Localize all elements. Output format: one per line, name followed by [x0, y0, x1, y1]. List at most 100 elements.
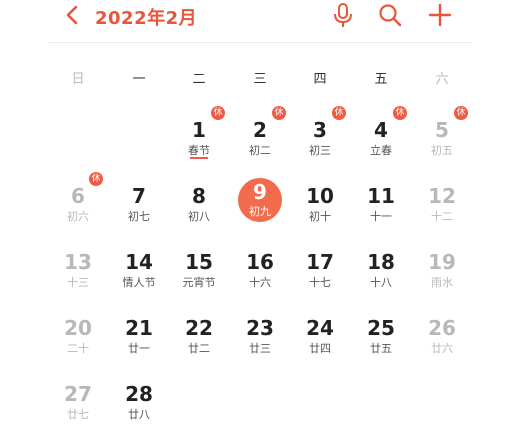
lunar-date: 初三 — [309, 144, 331, 157]
lunar-date: 廿五 — [370, 342, 392, 355]
day-number: 18 — [367, 250, 395, 274]
day-cell[interactable]: 20 二十 — [50, 310, 106, 366]
day-number: 1 — [192, 118, 206, 142]
weekday-label: 一 — [132, 72, 146, 87]
day-number: 15 — [185, 250, 213, 274]
day-number: 23 — [246, 316, 274, 340]
lunar-date: 雨水 — [431, 276, 453, 289]
day-cell[interactable]: 14 情人节 — [111, 244, 167, 300]
calendar-header: 2022年2月 — [0, 0, 510, 40]
day-cell[interactable]: 18 十八 — [353, 244, 409, 300]
lunar-date: 十八 — [370, 276, 392, 289]
header-divider — [48, 42, 472, 43]
day-number: 7 — [132, 184, 146, 208]
day-cell[interactable]: 28 廿八 — [111, 376, 167, 432]
day-cell[interactable]: 5 初五 休 — [414, 106, 470, 168]
weekday-label: 四 — [313, 72, 327, 87]
day-cell[interactable]: 17 十七 — [292, 244, 348, 300]
day-cell-today[interactable]: 9 初九 — [232, 178, 288, 234]
day-cell[interactable]: 6 初六 休 — [50, 172, 106, 234]
holiday-rest-badge: 休 — [89, 172, 103, 186]
lunar-date: 十二 — [431, 210, 453, 223]
holiday-rest-badge: 休 — [272, 106, 286, 120]
day-number: 9 — [253, 180, 267, 204]
festival-underline — [190, 157, 208, 159]
lunar-date: 元宵节 — [182, 276, 216, 289]
day-number: 6 — [71, 184, 85, 208]
day-cell[interactable]: 13 十三 — [50, 244, 106, 300]
day-number: 2 — [253, 118, 267, 142]
microphone-icon[interactable] — [329, 2, 357, 28]
lunar-date: 初十 — [309, 210, 331, 223]
month-title[interactable]: 2022年2月 — [95, 4, 197, 30]
day-number: 4 — [374, 118, 388, 142]
day-number: 25 — [367, 316, 395, 340]
day-cell[interactable]: 3 初三 休 — [292, 106, 348, 168]
day-cell[interactable]: 2 初二 休 — [232, 106, 288, 168]
day-cell[interactable]: 22 廿二 — [171, 310, 227, 366]
lunar-date: 二十 — [67, 342, 89, 355]
day-number: 5 — [435, 118, 449, 142]
lunar-date: 廿八 — [128, 408, 150, 421]
day-cell[interactable]: 26 廿六 — [414, 310, 470, 366]
day-cell[interactable]: 15 元宵节 — [171, 244, 227, 300]
lunar-date: 初二 — [249, 144, 271, 157]
add-icon[interactable] — [426, 2, 454, 28]
day-number: 13 — [64, 250, 92, 274]
weekday-label: 日 — [71, 72, 85, 87]
lunar-date: 初八 — [188, 210, 210, 223]
lunar-date: 廿六 — [431, 342, 453, 355]
holiday-rest-badge: 休 — [211, 106, 225, 120]
day-cell[interactable]: 10 初十 — [292, 178, 348, 234]
lunar-date: 立春 — [370, 144, 392, 157]
day-cell[interactable]: 11 十一 — [353, 178, 409, 234]
day-number: 27 — [64, 382, 92, 406]
lunar-date: 初六 — [67, 210, 89, 223]
day-number: 3 — [313, 118, 327, 142]
search-icon[interactable] — [376, 2, 404, 28]
lunar-date: 初九 — [249, 205, 271, 218]
day-cell[interactable]: 7 初七 — [111, 178, 167, 234]
day-number: 10 — [306, 184, 334, 208]
holiday-rest-badge: 休 — [393, 106, 407, 120]
lunar-date: 十三 — [67, 276, 89, 289]
day-number: 20 — [64, 316, 92, 340]
holiday-rest-badge: 休 — [332, 106, 346, 120]
day-number: 26 — [428, 316, 456, 340]
weekday-label: 二 — [192, 72, 206, 87]
lunar-date: 初五 — [431, 144, 453, 157]
day-cell[interactable]: 4 立春 休 — [353, 106, 409, 168]
day-cell[interactable]: 8 初八 — [171, 178, 227, 234]
day-cell[interactable]: 25 廿五 — [353, 310, 409, 366]
lunar-date: 十一 — [370, 210, 392, 223]
day-number: 8 — [192, 184, 206, 208]
lunar-date: 廿四 — [309, 342, 331, 355]
day-cell[interactable]: 24 廿四 — [292, 310, 348, 366]
holiday-rest-badge: 休 — [454, 106, 468, 120]
day-cell[interactable]: 27 廿七 — [50, 376, 106, 432]
back-chevron-icon[interactable] — [62, 3, 82, 27]
day-number: 17 — [306, 250, 334, 274]
day-cell[interactable]: 23 廿三 — [232, 310, 288, 366]
lunar-date: 情人节 — [122, 276, 156, 289]
weekday-label: 三 — [253, 72, 267, 87]
day-number: 16 — [246, 250, 274, 274]
day-cell[interactable]: 16 十六 — [232, 244, 288, 300]
day-cell[interactable]: 19 雨水 — [414, 244, 470, 300]
weekday-label: 六 — [435, 72, 449, 87]
lunar-date: 十七 — [309, 276, 331, 289]
lunar-date: 廿七 — [67, 408, 89, 421]
day-number: 11 — [367, 184, 395, 208]
lunar-date: 初七 — [128, 210, 150, 223]
weekday-label: 五 — [374, 72, 388, 87]
day-number: 28 — [125, 382, 153, 406]
day-number: 21 — [125, 316, 153, 340]
lunar-date: 春节 — [188, 144, 210, 157]
lunar-date: 廿二 — [188, 342, 210, 355]
lunar-date: 廿一 — [128, 342, 150, 355]
day-cell[interactable]: 1 春节 休 — [171, 106, 227, 168]
day-cell[interactable]: 12 十二 — [414, 178, 470, 234]
day-number: 19 — [428, 250, 456, 274]
day-cell[interactable]: 21 廿一 — [111, 310, 167, 366]
lunar-date: 十六 — [249, 276, 271, 289]
